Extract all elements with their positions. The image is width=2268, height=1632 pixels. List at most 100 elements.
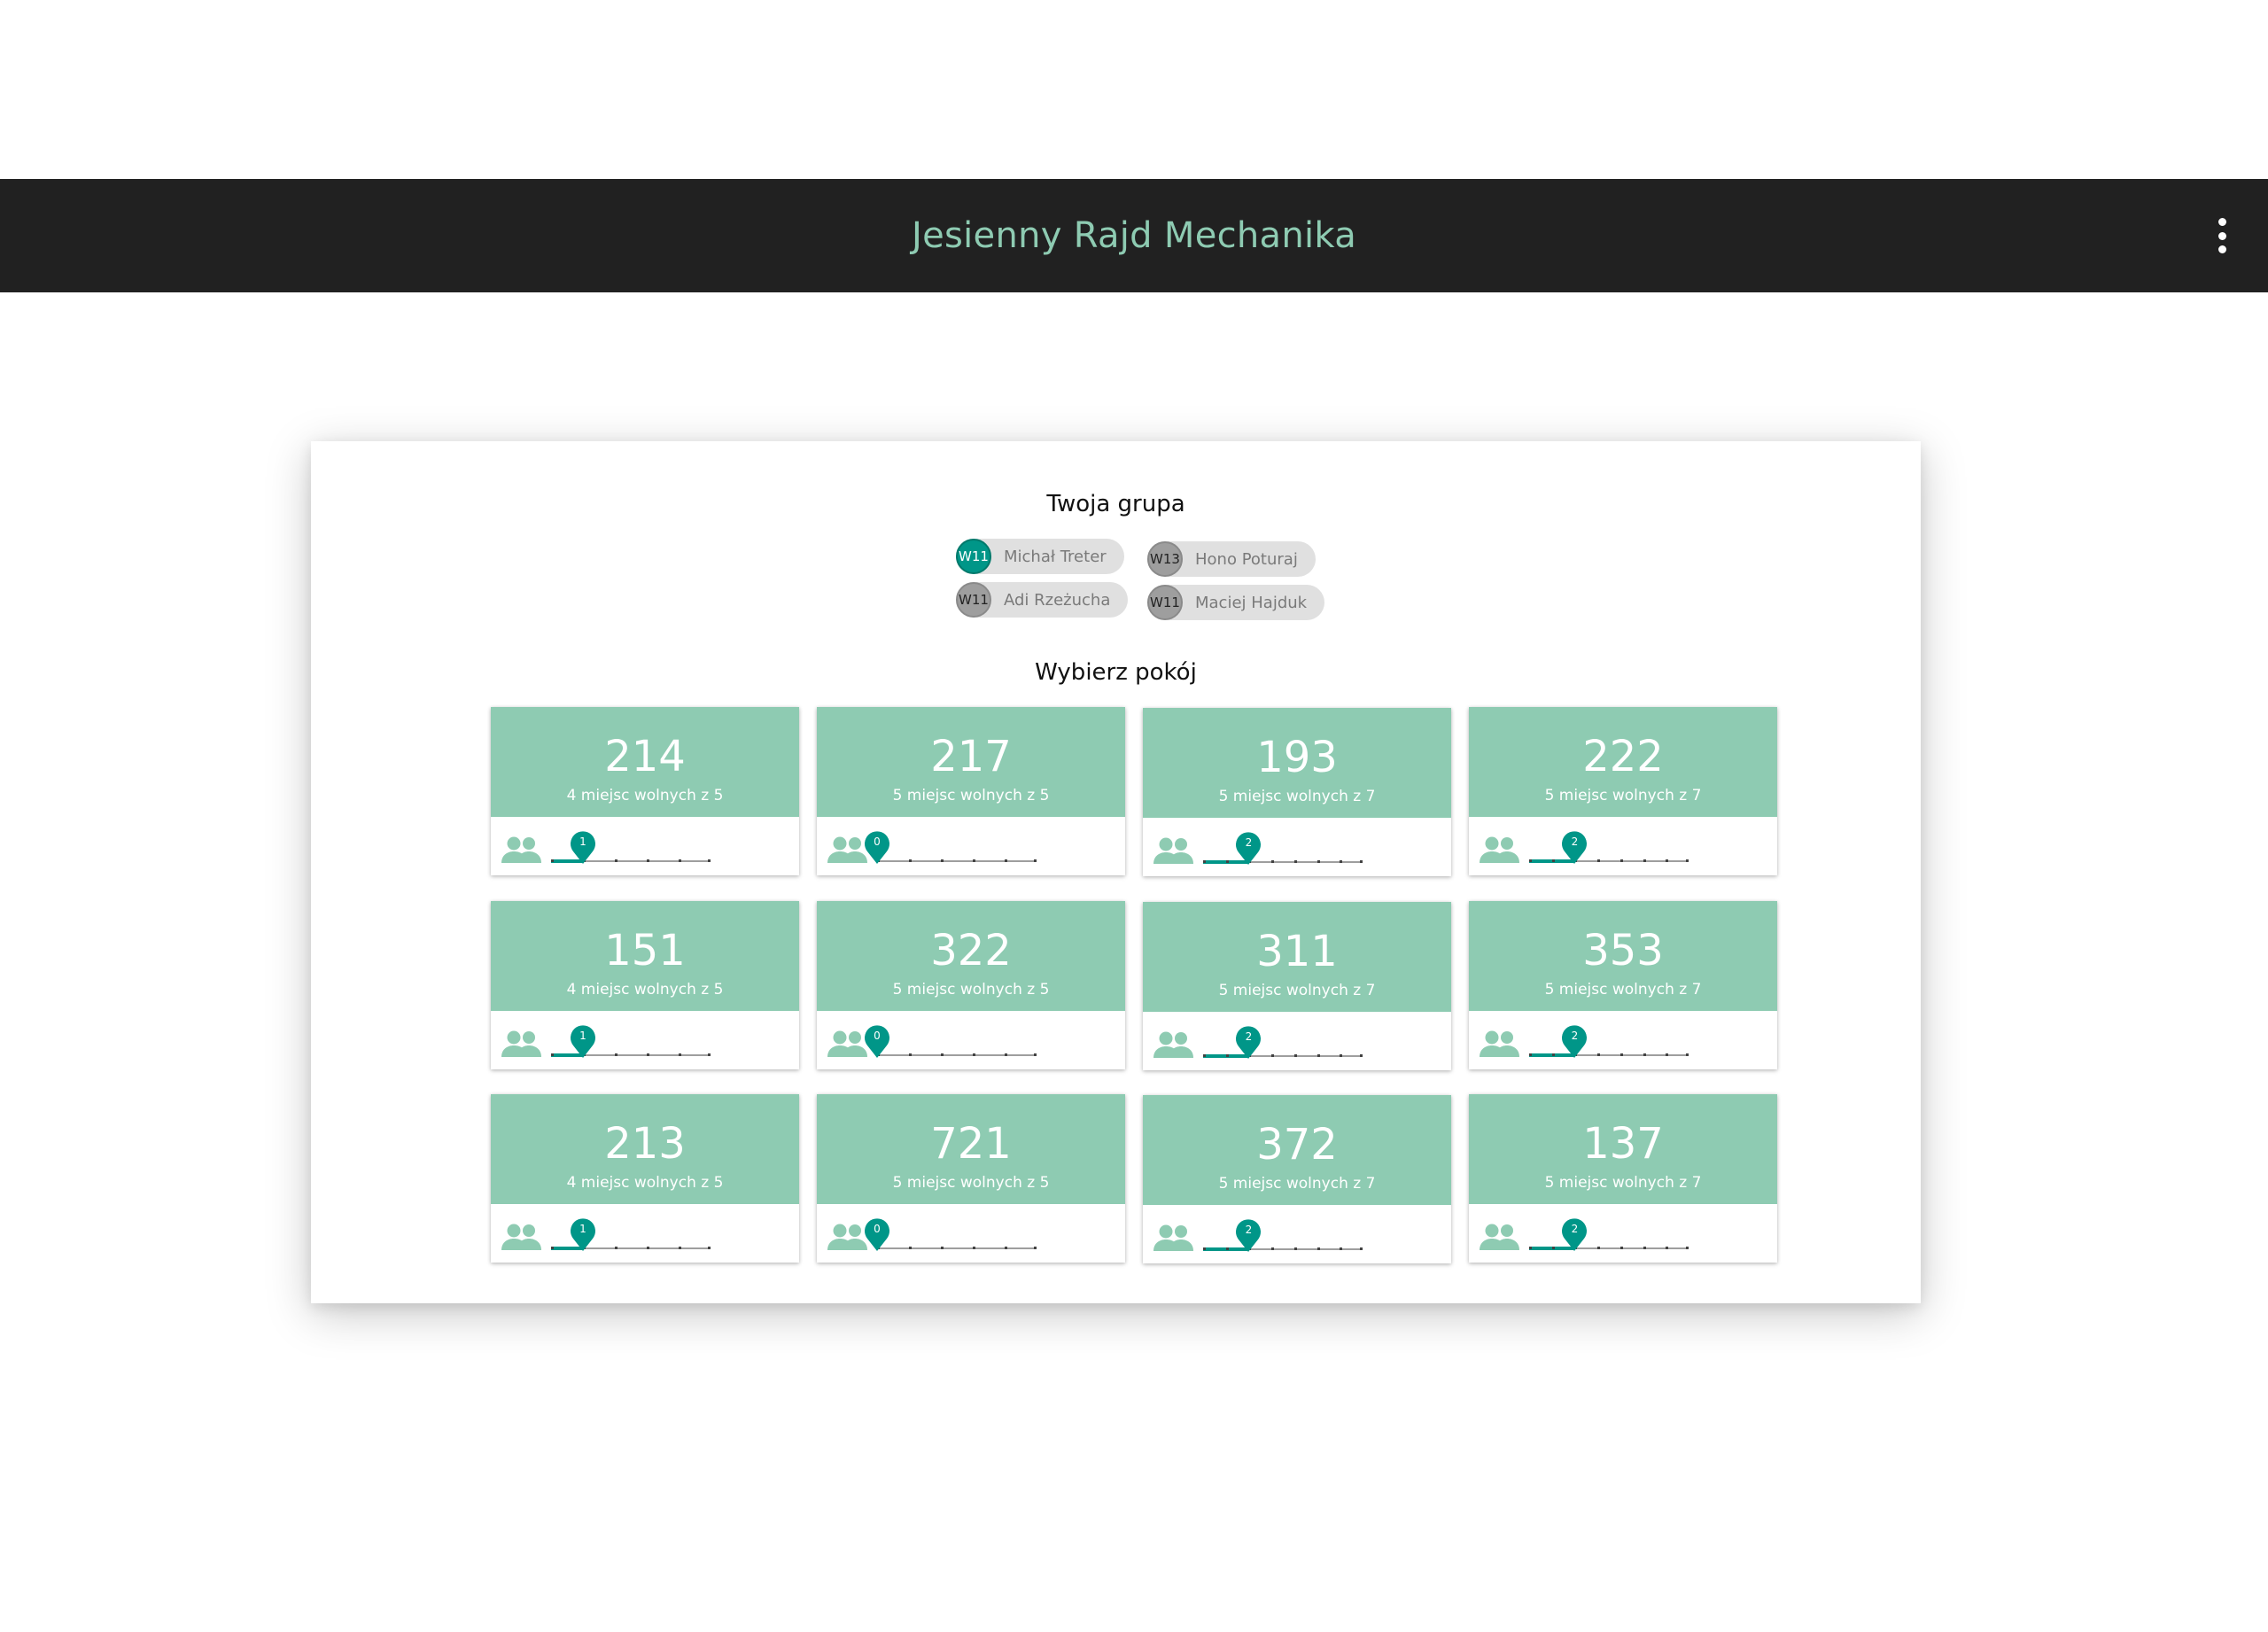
- slider-value: 2: [1245, 1224, 1253, 1236]
- room-card[interactable]: 214 4 miejsc wolnych z 5 1: [491, 707, 799, 875]
- slider-tick: [1034, 1053, 1037, 1056]
- menu-dot: [2218, 245, 2226, 253]
- room-card[interactable]: 372 5 miejsc wolnych z 7 2: [1143, 1095, 1451, 1263]
- room-number: 151: [604, 926, 686, 975]
- slider-tick: [679, 1247, 681, 1249]
- slider-tick: [1271, 860, 1275, 863]
- slider-tick: [1551, 1053, 1555, 1056]
- people-icon: [501, 1030, 542, 1061]
- room-card-header: 214 4 miejsc wolnych z 5: [491, 707, 799, 817]
- occupancy-slider[interactable]: 2: [1529, 1025, 1689, 1065]
- occupancy-slider[interactable]: 0: [865, 1218, 1037, 1258]
- room-card[interactable]: 353 5 miejsc wolnych z 7 2: [1469, 901, 1777, 1069]
- slider-thumb[interactable]: 2: [1560, 1217, 1588, 1253]
- slider-thumb[interactable]: 2: [1234, 831, 1262, 867]
- slider-thumb[interactable]: 1: [569, 830, 597, 866]
- slider-tick: [1317, 1247, 1320, 1250]
- room-card-header: 193 5 miejsc wolnych z 7: [1143, 708, 1451, 818]
- slider-tick: [647, 859, 649, 862]
- occupancy-slider[interactable]: 2: [1203, 1026, 1363, 1066]
- people-icon: [1480, 1030, 1520, 1061]
- slider-track: [877, 860, 1037, 862]
- room-card[interactable]: 222 5 miejsc wolnych z 7 2: [1469, 707, 1777, 875]
- slider-tick: [679, 859, 681, 862]
- slider-tick: [551, 1247, 554, 1249]
- slider-tick: [941, 1053, 944, 1056]
- more-vert-icon[interactable]: [2211, 218, 2233, 253]
- slider-tick: [1340, 1054, 1343, 1057]
- slider-thumb[interactable]: 2: [1234, 1025, 1262, 1061]
- slider-tick: [647, 1053, 649, 1056]
- member-name: Michał Treter: [1004, 547, 1107, 566]
- slider-thumb[interactable]: 2: [1234, 1218, 1262, 1254]
- room-free-places: 5 miejsc wolnych z 7: [1218, 788, 1376, 805]
- slider-tick: [1619, 1053, 1623, 1056]
- group-member-chip[interactable]: W11 Adi Rzeżucha: [956, 582, 1129, 618]
- slider-tick: [615, 1053, 617, 1056]
- room-card[interactable]: 213 4 miejsc wolnych z 5 1: [491, 1094, 799, 1263]
- occupancy-slider[interactable]: 2: [1203, 1219, 1363, 1259]
- slider-value: 1: [579, 835, 586, 848]
- room-free-places: 5 miejsc wolnych z 7: [1218, 1175, 1376, 1193]
- occupancy-slider[interactable]: 2: [1203, 832, 1363, 872]
- room-card[interactable]: 322 5 miejsc wolnych z 5 0: [817, 901, 1125, 1069]
- room-number: 372: [1256, 1120, 1338, 1170]
- people-icon: [1153, 1030, 1194, 1062]
- group-title: Twoja grupa: [1046, 491, 1185, 517]
- slider-tick: [1293, 1247, 1297, 1250]
- room-free-places: 4 miejsc wolnych z 5: [566, 1174, 724, 1192]
- room-card-header: 372 5 miejsc wolnych z 7: [1143, 1095, 1451, 1205]
- occupancy-slider[interactable]: 2: [1529, 831, 1689, 871]
- slider-tick: [1360, 860, 1363, 863]
- room-card[interactable]: 151 4 miejsc wolnych z 5 1: [491, 901, 799, 1069]
- group-member-chip[interactable]: W11 Maciej Hajduk: [1147, 585, 1325, 620]
- room-card-header: 137 5 miejsc wolnych z 7: [1469, 1094, 1777, 1204]
- slider-tick: [551, 1053, 554, 1056]
- slider-tick: [1597, 859, 1601, 862]
- slider-tick: [1225, 860, 1229, 863]
- room-card[interactable]: 193 5 miejsc wolnych z 7 2: [1143, 708, 1451, 876]
- slider-thumb[interactable]: 1: [569, 1217, 597, 1253]
- people-icon: [1480, 1223, 1520, 1255]
- slider-tick: [1360, 1247, 1363, 1250]
- slider-tick: [1686, 859, 1689, 862]
- slider-thumb[interactable]: 0: [863, 1217, 891, 1253]
- slider-tick: [1666, 1247, 1669, 1249]
- slider-thumb[interactable]: 0: [863, 830, 891, 866]
- slider-value: 0: [874, 1223, 881, 1235]
- room-free-places: 5 miejsc wolnych z 5: [892, 981, 1050, 999]
- room-card[interactable]: 137 5 miejsc wolnych z 7 2: [1469, 1094, 1777, 1263]
- room-number: 193: [1256, 733, 1338, 782]
- slider-value: 2: [1245, 836, 1253, 849]
- slider-thumb[interactable]: 2: [1560, 830, 1588, 866]
- slider-tick: [1619, 1247, 1623, 1249]
- room-free-places: 5 miejsc wolnych z 7: [1544, 1174, 1702, 1192]
- room-card[interactable]: 217 5 miejsc wolnych z 5 0: [817, 707, 1125, 875]
- slider-tick: [1293, 1054, 1297, 1057]
- slider-tick: [909, 1053, 912, 1056]
- room-card[interactable]: 311 5 miejsc wolnych z 7 2: [1143, 902, 1451, 1070]
- room-card[interactable]: 721 5 miejsc wolnych z 5 0: [817, 1094, 1125, 1263]
- slider-tick: [909, 859, 912, 862]
- slider-track: [877, 1054, 1037, 1056]
- slider-thumb[interactable]: 2: [1560, 1024, 1588, 1060]
- slider-thumb[interactable]: 1: [569, 1024, 597, 1060]
- occupancy-slider[interactable]: 1: [551, 1218, 711, 1258]
- room-card-header: 322 5 miejsc wolnych z 5: [817, 901, 1125, 1011]
- slider-tick: [1293, 860, 1297, 863]
- slider-tick: [708, 1247, 711, 1249]
- slider-thumb[interactable]: 0: [863, 1024, 891, 1060]
- slider-tick: [1529, 1053, 1532, 1056]
- occupancy-slider[interactable]: 0: [865, 1025, 1037, 1065]
- group-member-chip[interactable]: W13 Hono Poturaj: [1147, 541, 1316, 577]
- occupancy-slider[interactable]: 1: [551, 1025, 711, 1065]
- slider-tick: [1597, 1053, 1601, 1056]
- occupancy-slider[interactable]: 1: [551, 831, 711, 871]
- menu-dot: [2218, 231, 2226, 240]
- occupancy-slider[interactable]: 2: [1529, 1218, 1689, 1258]
- slider-tick: [615, 859, 617, 862]
- occupancy-slider[interactable]: 0: [865, 831, 1037, 871]
- group-member-chip[interactable]: W11 Michał Treter: [956, 539, 1124, 574]
- people-icon: [501, 835, 542, 867]
- room-free-places: 5 miejsc wolnych z 5: [892, 787, 1050, 804]
